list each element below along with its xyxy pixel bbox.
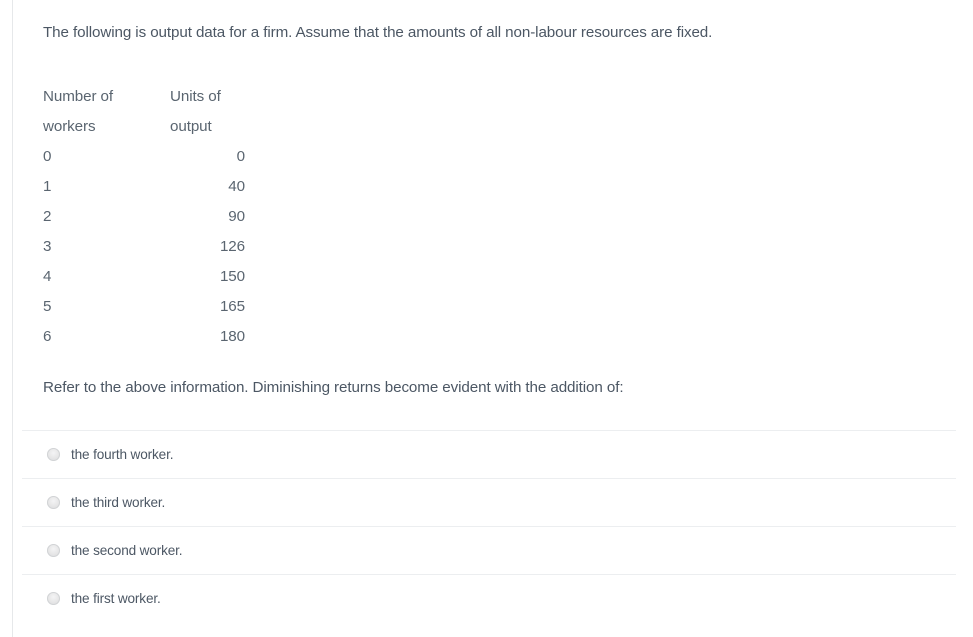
cell-output: 150 (219, 268, 245, 285)
answer-option-1[interactable]: the fourth worker. (22, 430, 956, 478)
radio-unselected-icon[interactable] (47, 592, 60, 605)
question-page: The following is output data for a firm.… (0, 0, 973, 637)
cell-workers: 2 (43, 208, 52, 225)
answer-options-list: the fourth worker. the third worker. the… (22, 430, 956, 622)
answer-option-label: the third worker. (71, 494, 166, 510)
table-row: 3 126 (41, 232, 259, 262)
answer-option-2[interactable]: the third worker. (22, 478, 956, 526)
table-row: 1 40 (41, 172, 259, 202)
table-header-workers-line1: Number of (43, 88, 114, 105)
radio-unselected-icon[interactable] (47, 544, 60, 557)
answer-option-label: the fourth worker. (71, 446, 174, 462)
cell-workers: 3 (43, 238, 52, 255)
question-stem-text: Refer to the above information. Diminish… (43, 379, 624, 396)
cell-output: 165 (219, 298, 245, 315)
table-header-workers-line2: workers (43, 118, 96, 135)
table-header-row-1: Number of Units of (41, 82, 259, 112)
answer-option-3[interactable]: the second worker. (22, 526, 956, 574)
cell-workers: 1 (43, 178, 52, 195)
table-row: 0 0 (41, 142, 259, 172)
table-header-row-2: workers output (41, 112, 259, 142)
table-row: 4 150 (41, 262, 259, 292)
cell-output: 0 (236, 148, 245, 165)
cell-workers: 0 (43, 148, 52, 165)
output-data-table: Number of Units of workers output 0 0 1 … (41, 82, 259, 352)
answer-option-4[interactable]: the first worker. (22, 574, 956, 622)
table-row: 5 165 (41, 292, 259, 322)
cell-output: 90 (228, 208, 245, 225)
cell-workers: 5 (43, 298, 52, 315)
answer-option-label: the second worker. (71, 542, 183, 558)
cell-workers: 6 (43, 328, 52, 345)
cell-output: 180 (219, 328, 245, 345)
table-row: 2 90 (41, 202, 259, 232)
table-header-output-line2: output (170, 118, 212, 135)
cell-output: 40 (228, 178, 245, 195)
table-row: 6 180 (41, 322, 259, 352)
radio-unselected-icon[interactable] (47, 496, 60, 509)
cell-output: 126 (219, 238, 245, 255)
question-intro-text: The following is output data for a firm.… (43, 24, 713, 41)
answer-option-label: the first worker. (71, 590, 161, 606)
radio-unselected-icon[interactable] (47, 448, 60, 461)
content-left-rule (12, 0, 13, 637)
cell-workers: 4 (43, 268, 52, 285)
table-header-output-line1: Units of (170, 88, 221, 105)
